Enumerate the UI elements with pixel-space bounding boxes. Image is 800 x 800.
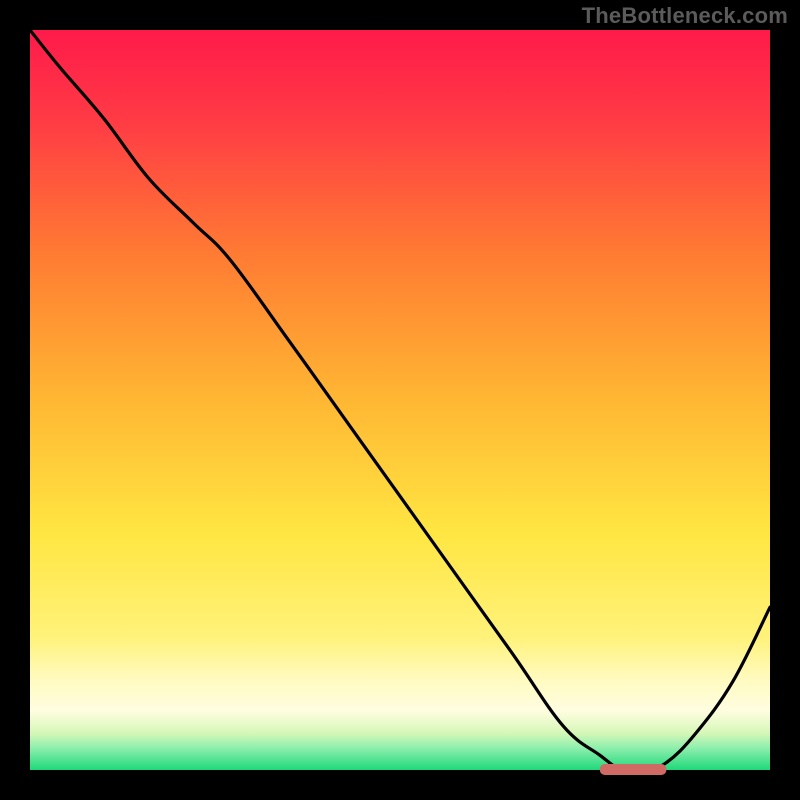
chart-stage: TheBottleneck.com <box>0 0 800 800</box>
optimal-band-marker <box>600 764 667 775</box>
plot-background <box>30 30 770 770</box>
bottleneck-chart <box>0 0 800 800</box>
